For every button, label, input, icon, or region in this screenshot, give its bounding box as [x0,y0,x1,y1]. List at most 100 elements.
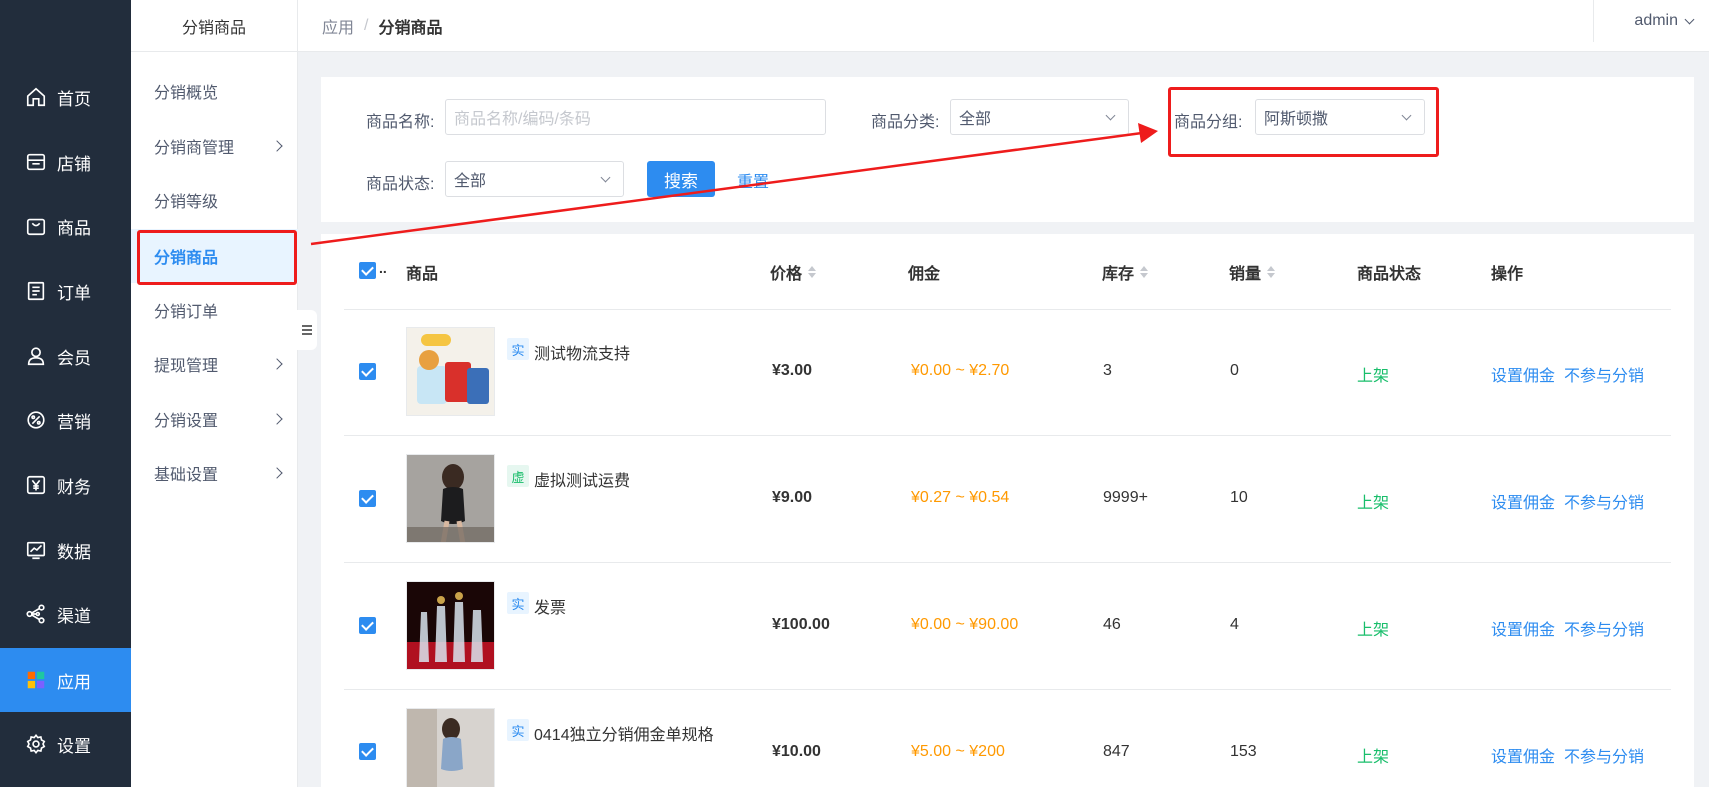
select-all-checkbox[interactable] [359,262,376,279]
yen-icon [25,474,47,496]
category-filter-label: 商品分类: [871,114,940,131]
sub-item-products[interactable]: 分销商品 [131,229,298,283]
main-nav: 首页 店铺 商品 订单 会员 营销 财务 数据 渠道 应用 设置 [0,0,131,787]
user-name: admin [1634,12,1678,29]
sub-item-label: 分销订单 [154,304,219,321]
commission-range: ¥0.00 ~ ¥90.00 [911,616,1019,633]
chevron-right-icon [271,413,283,425]
category-select-value: 全部 [959,111,992,128]
commission-range: ¥5.00 ~ ¥200 [911,743,1005,760]
nav-item-marketing[interactable]: 营销 [0,388,131,452]
exclude-distribution-link[interactable]: 不参与分销 [1564,743,1644,767]
sub-item-orders[interactable]: 分销订单 [131,283,298,337]
product-name[interactable]: 0414独立分销佣金单规格 [534,721,714,745]
nav-item-apps[interactable]: 应用 [0,648,131,712]
product-name[interactable]: 虚拟测试运费 [534,467,630,491]
status-badge: 上架 [1357,368,1390,385]
exclude-distribution-link[interactable]: 不参与分销 [1564,362,1644,386]
nav-item-product[interactable]: 商品 [0,194,131,258]
sub-item-basic-settings[interactable]: 基础设置 [131,446,298,500]
price-value: ¥10.00 [772,743,821,760]
exclude-distribution-link[interactable]: 不参与分销 [1564,616,1644,640]
nav-item-member[interactable]: 会员 [0,324,131,388]
price-value: ¥100.00 [772,616,830,633]
breadcrumb-item-apps[interactable]: 应用 [322,14,354,38]
select-column-overflow: .. [379,260,387,276]
sort-icon[interactable] [1267,266,1276,278]
physical-tag: 实 [507,592,529,614]
nav-item-order[interactable]: 订单 [0,259,131,323]
status-badge: 上架 [1357,622,1390,639]
chart-icon [25,539,47,561]
product-name-input[interactable]: 商品名称/编码/条码 [445,99,826,135]
row-checkbox[interactable] [359,617,376,634]
sub-item-label: 分销设置 [154,413,219,430]
stock-value: 9999+ [1103,489,1148,506]
sales-value: 4 [1230,616,1239,633]
set-commission-link[interactable]: 设置佣金 [1491,489,1555,513]
status-filter-label: 商品状态: [366,176,435,193]
home-icon [25,86,47,108]
sort-icon[interactable] [808,266,817,278]
product-name[interactable]: 测试物流支持 [534,340,630,364]
set-commission-link[interactable]: 设置佣金 [1491,743,1555,767]
search-button[interactable]: 搜索 [647,161,715,197]
set-commission-link[interactable]: 设置佣金 [1491,616,1555,640]
product-thumbnail[interactable] [406,708,495,787]
stock-value: 847 [1103,743,1130,760]
price-value: ¥3.00 [772,362,813,379]
nav-item-label: 数据 [57,542,91,562]
sales-value: 10 [1230,489,1248,506]
category-select[interactable]: 全部 [950,99,1129,135]
sub-item-label: 分销等级 [154,194,219,211]
header-label: 商品状态 [1357,266,1422,283]
product-table [321,234,1694,787]
sub-item-distributor-mgmt[interactable]: 分销商管理 [131,119,298,173]
nav-item-label: 设置 [57,736,91,756]
column-header-price[interactable]: 价格 [770,260,817,284]
sub-item-dist-settings[interactable]: 分销设置 [131,392,298,446]
product-thumbnail[interactable] [406,454,495,543]
set-commission-link[interactable]: 设置佣金 [1491,362,1555,386]
sort-icon[interactable] [1140,266,1149,278]
column-header-stock[interactable]: 库存 [1102,260,1149,284]
chevron-down-icon [1401,110,1412,121]
sidebar-collapse-handle[interactable] [297,310,317,350]
product-thumbnail[interactable] [406,581,495,670]
row-divider [344,309,1671,310]
user-menu[interactable]: admin [1593,0,1695,42]
nav-item-label: 营销 [57,412,91,432]
row-checkbox[interactable] [359,743,376,760]
header-label: 商品 [406,266,439,283]
reset-button[interactable]: 重置 [737,168,769,192]
product-name[interactable]: 发票 [534,594,566,618]
nav-item-data[interactable]: 数据 [0,518,131,582]
nav-item-settings[interactable]: 设置 [0,712,131,776]
menu-fold-icon [302,323,312,338]
nav-item-label: 财务 [57,477,91,497]
header-label: 佣金 [908,266,941,283]
product-thumbnail[interactable] [406,327,495,416]
breadcrumb-separator: / [364,16,369,34]
header-label: 操作 [1491,266,1524,283]
row-checkbox[interactable] [359,363,376,380]
status-select[interactable]: 全部 [445,161,624,197]
commission-range: ¥0.00 ~ ¥2.70 [911,362,1010,379]
column-header-sales[interactable]: 销量 [1229,260,1276,284]
store-icon [25,151,47,173]
nav-item-label: 应用 [57,672,91,692]
sub-item-withdraw[interactable]: 提现管理 [131,337,298,391]
group-filter-label: 商品分组: [1174,114,1243,131]
nav-item-home[interactable]: 首页 [0,65,131,129]
group-select[interactable]: 阿斯顿撒 [1255,99,1425,135]
sub-item-levels[interactable]: 分销等级 [131,173,298,227]
row-divider [344,689,1671,690]
chevron-down-icon [1684,14,1695,24]
sub-item-overview[interactable]: 分销概览 [131,64,298,118]
stock-value: 3 [1103,362,1112,379]
nav-item-finance[interactable]: 财务 [0,453,131,517]
nav-item-channel[interactable]: 渠道 [0,582,131,646]
nav-item-store[interactable]: 店铺 [0,130,131,194]
row-checkbox[interactable] [359,490,376,507]
exclude-distribution-link[interactable]: 不参与分销 [1564,489,1644,513]
